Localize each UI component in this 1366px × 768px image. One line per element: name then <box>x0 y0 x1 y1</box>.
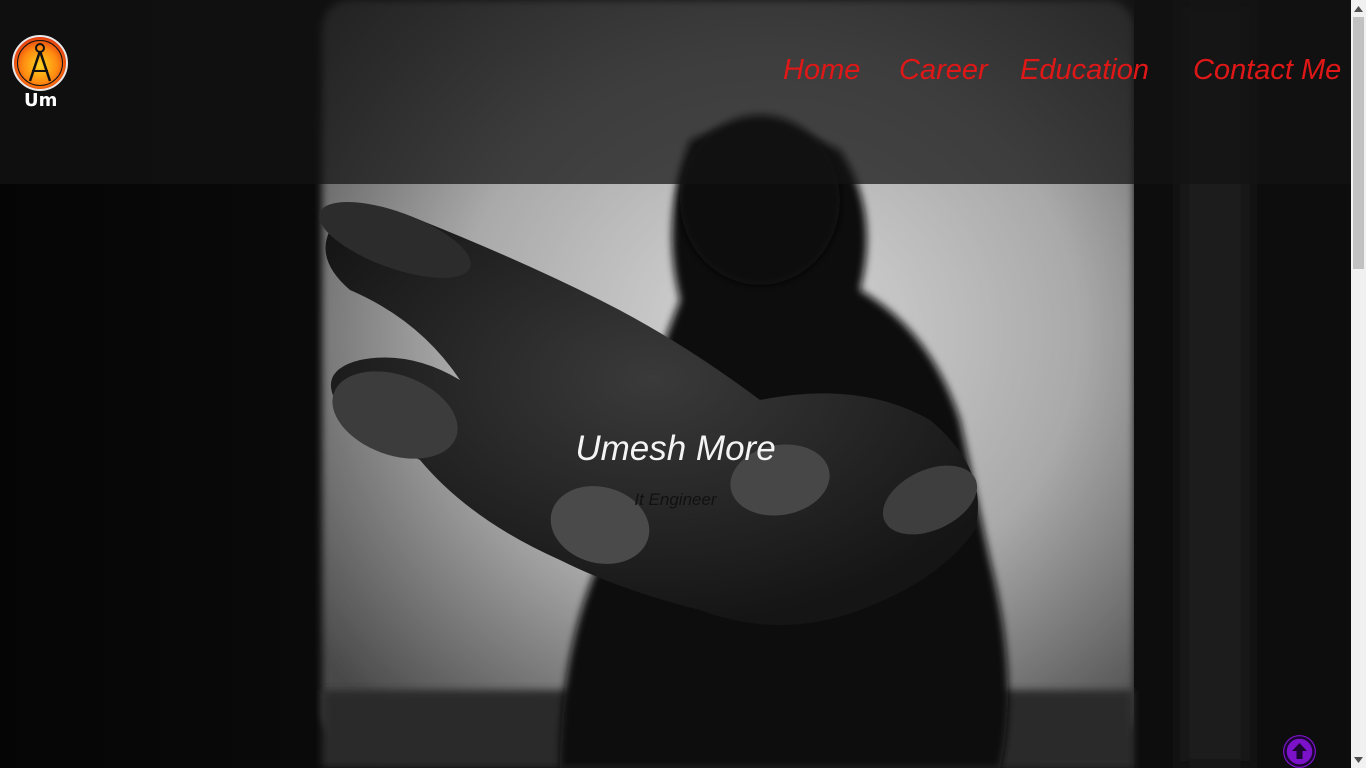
nav-link-home[interactable]: Home <box>783 50 860 90</box>
hero-title: Umesh More <box>575 429 776 468</box>
arrow-up-circle-icon <box>1284 736 1315 767</box>
compass-logo-icon <box>12 35 68 91</box>
site-logo[interactable]: Um <box>11 34 71 114</box>
nav-link-career[interactable]: Career <box>899 50 988 90</box>
nav-link-contact[interactable]: Contact Me <box>1193 50 1341 90</box>
nav-link-education[interactable]: Education <box>1020 50 1149 90</box>
scroll-down-arrow-icon[interactable] <box>1351 751 1366 768</box>
scroll-up-arrow-icon[interactable] <box>1351 0 1366 17</box>
hero-subtitle: It Engineer <box>634 490 717 509</box>
vertical-scrollbar[interactable] <box>1351 0 1366 768</box>
back-to-top-button[interactable] <box>1283 735 1316 768</box>
site-header: Um Home Career Education Contact Me <box>0 0 1351 184</box>
page: Um Home Career Education Contact Me Umes… <box>0 0 1366 768</box>
scrollbar-thumb[interactable] <box>1353 17 1364 269</box>
logo-text: Um <box>24 90 58 111</box>
